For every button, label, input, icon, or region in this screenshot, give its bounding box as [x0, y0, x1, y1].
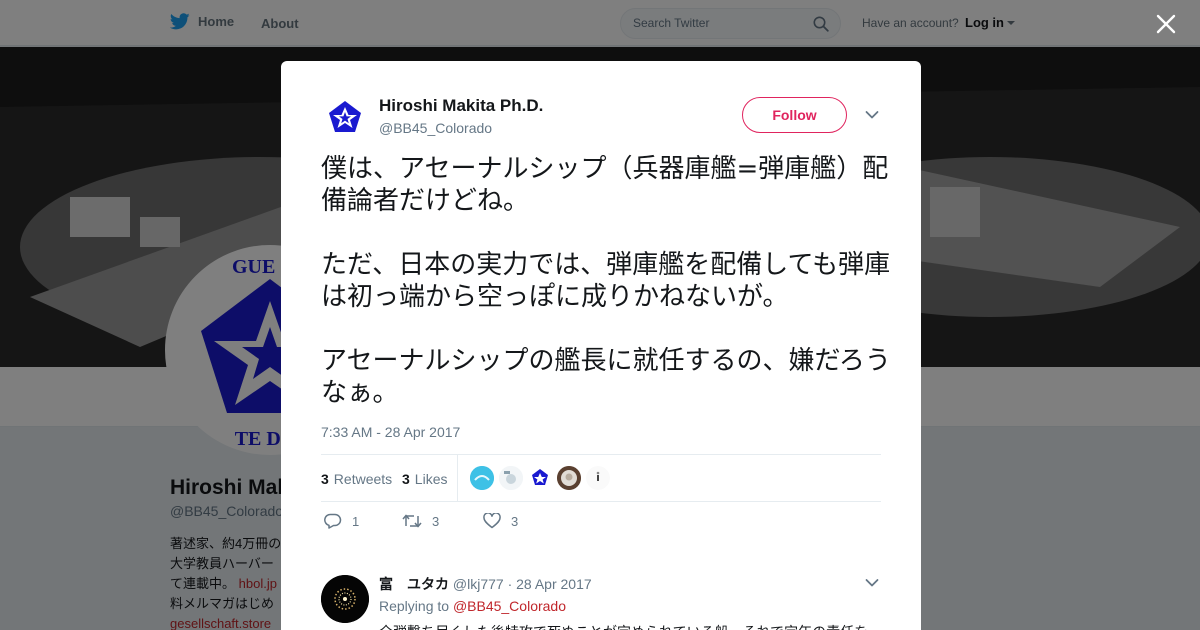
reply-count: 1 [352, 513, 360, 529]
liker-avatar[interactable] [528, 466, 552, 490]
retweet-button[interactable]: 3 [402, 513, 439, 529]
tweet-stats: 3 Retweets 3 Likes [321, 454, 881, 502]
reply-author-avatar[interactable] [321, 575, 369, 623]
liker-avatar[interactable] [557, 466, 581, 490]
liker-avatar-image [557, 466, 581, 490]
tweet-modal: Hiroshi Makita Ph.D. @BB45_Colorado Foll… [281, 61, 921, 630]
liker-avatar-image [499, 466, 523, 490]
reply-header: 富 ユタカ @lkj777 · 28 Apr 2017 [379, 574, 592, 594]
tweet-text: 僕は、アセーナルシップ（兵器庫艦=弾庫艦）配備論者だけどね。 ただ、日本の実力で… [321, 154, 891, 408]
tweet-timestamp[interactable]: 7:33 AM - 28 Apr 2017 [321, 424, 460, 440]
close-icon[interactable] [1155, 13, 1177, 35]
liker-avatar[interactable] [586, 466, 610, 490]
league-logo-image [528, 466, 552, 490]
tweet-author-avatar[interactable] [321, 93, 369, 141]
tweet-author-name[interactable]: Hiroshi Makita Ph.D. [379, 96, 543, 116]
reply-button[interactable]: 1 [324, 513, 359, 529]
stats-divider [457, 455, 458, 502]
follow-button[interactable]: Follow [742, 97, 847, 133]
reply-author-name[interactable]: 富 ユタカ [379, 576, 449, 592]
retweet-icon [402, 514, 422, 528]
replying-to: Replying to @BB45_Colorado [379, 598, 566, 614]
fireworks-avatar-image [321, 575, 369, 623]
liker-avatar-image [586, 466, 610, 490]
league-logo-image [321, 93, 369, 141]
liker-avatar[interactable] [499, 466, 523, 490]
retweets-label: Retweets [333, 471, 393, 487]
chevron-down-icon[interactable] [865, 110, 879, 120]
heart-icon [483, 513, 501, 529]
chevron-down-icon[interactable] [865, 578, 879, 588]
replying-to-link[interactable]: @BB45_Colorado [453, 598, 566, 614]
likes-stat[interactable]: 3 Likes [402, 471, 447, 487]
reply-text: 全弾撃ち尽くした後特攻で死ぬことが定められている船。それで定年の責任を [379, 622, 879, 630]
liker-avatar[interactable] [470, 466, 494, 490]
tweet-author-handle[interactable]: @BB45_Colorado [379, 120, 492, 136]
tweet-actions: 1 3 3 [321, 513, 881, 537]
reply-tweet[interactable]: 富 ユタカ @lkj777 · 28 Apr 2017 Replying to … [321, 566, 881, 630]
retweet-count: 3 [432, 513, 440, 529]
like-button[interactable]: 3 [483, 513, 518, 529]
liker-avatar-image [470, 466, 494, 490]
reply-icon [324, 513, 342, 529]
replying-prefix: Replying to [379, 598, 450, 614]
retweets-count: 3 [321, 471, 329, 487]
retweets-stat[interactable]: 3 Retweets [321, 471, 392, 487]
likes-label: Likes [414, 471, 448, 487]
reply-date[interactable]: · 28 Apr 2017 [508, 576, 592, 592]
reply-author-handle[interactable]: @lkj777 [453, 576, 504, 592]
like-count: 3 [511, 513, 519, 529]
likes-count: 3 [402, 471, 410, 487]
